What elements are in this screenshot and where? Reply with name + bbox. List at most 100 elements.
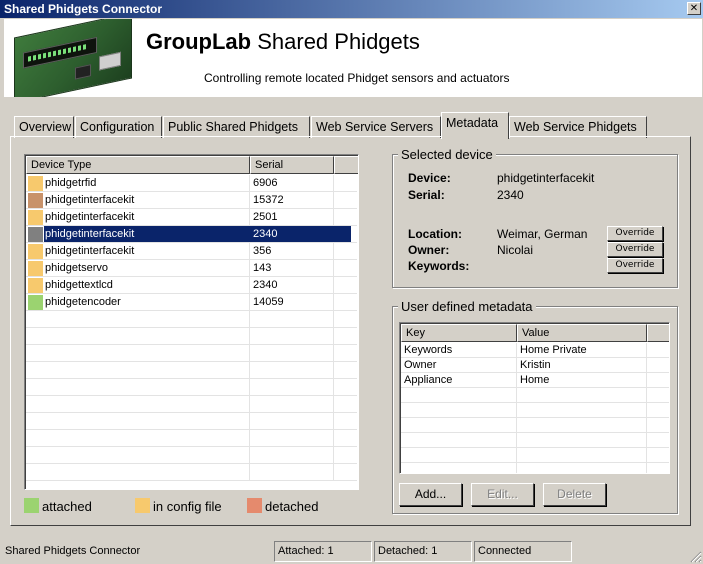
status-attached-count: Attached: 1 — [274, 541, 372, 562]
owner-override-button[interactable]: Override — [607, 242, 663, 257]
device-serial-cell: 356 — [253, 245, 272, 257]
device-type-cell: phidgetinterfacekit — [45, 211, 135, 223]
window-titlebar[interactable]: Shared Phidgets Connector ✕ — [0, 0, 703, 18]
device-row[interactable]: phidgetencoder 14059 — [26, 294, 357, 311]
device-row[interactable]: phidgetinterfacekit 356 — [26, 243, 357, 260]
empty-row — [26, 413, 357, 430]
column-header-value[interactable]: Value — [517, 324, 647, 342]
empty-row — [26, 379, 357, 396]
device-row[interactable]: phidgettextlcd 2340 — [26, 277, 357, 294]
legend-attached-swatch — [24, 498, 39, 513]
banner-title-brand: GroupLab — [146, 29, 252, 54]
device-serial-cell: 15372 — [253, 194, 284, 206]
device-value: phidgetinterfacekit — [497, 171, 595, 185]
close-button[interactable]: ✕ — [687, 2, 701, 15]
phidget-board-image — [14, 19, 132, 97]
tab-metadata-label: Metadata — [446, 116, 499, 130]
status-connection: Connected — [474, 541, 572, 562]
device-row[interactable]: phidgetservo 143 — [26, 260, 357, 277]
device-serial-cell: 2501 — [253, 211, 278, 223]
header-banner: GroupLab Shared Phidgets Controlling rem… — [4, 19, 702, 97]
device-type-cell: phidgetinterfacekit — [45, 228, 135, 240]
tab-configuration[interactable]: Configuration — [75, 116, 162, 138]
column-header-device-type[interactable]: Device Type — [26, 156, 250, 174]
device-type-cell: phidgettextlcd — [45, 279, 113, 291]
empty-row — [401, 388, 669, 403]
owner-label: Owner: — [408, 243, 450, 257]
keywords-override-button[interactable]: Override — [607, 258, 663, 273]
tab-web-service-servers[interactable]: Web Service Servers — [311, 116, 441, 138]
device-status-swatch — [28, 295, 43, 310]
device-status-swatch — [28, 261, 43, 276]
location-override-button[interactable]: Override — [607, 226, 663, 241]
legend-detached-swatch — [247, 498, 262, 513]
edit-button[interactable]: Edit... — [471, 483, 534, 506]
device-serial-cell: 2340 — [253, 279, 278, 291]
empty-row — [26, 396, 357, 413]
tab-metadata[interactable]: Metadata — [441, 112, 509, 139]
metadata-value-cell: Home Private — [520, 344, 587, 356]
user-metadata-group-title: User defined metadata — [398, 299, 536, 314]
keywords-label: Keywords: — [408, 259, 470, 273]
device-status-swatch — [28, 227, 43, 242]
status-detached-count: Detached: 1 — [374, 541, 472, 562]
empty-row — [26, 362, 357, 379]
delete-button[interactable]: Delete — [543, 483, 606, 506]
tab-public-shared-phidgets[interactable]: Public Shared Phidgets — [163, 116, 310, 138]
empty-row — [26, 464, 357, 481]
metadata-value-cell: Home — [520, 374, 550, 386]
location-value: Weimar, German — [497, 227, 588, 241]
column-header-key[interactable]: Key — [401, 324, 517, 342]
serial-value: 2340 — [497, 188, 524, 202]
empty-row — [401, 463, 669, 473]
tab-overview[interactable]: Overview — [14, 116, 74, 138]
banner-title-product: Shared Phidgets — [251, 29, 420, 54]
empty-row — [401, 403, 669, 418]
tab-overview-label: Overview — [19, 120, 72, 134]
tab-configuration-label: Configuration — [80, 120, 155, 134]
device-status-swatch — [28, 278, 43, 293]
column-header-filler — [334, 156, 358, 174]
device-type-cell: phidgetinterfacekit — [45, 194, 135, 206]
board-lcd-graphic — [23, 36, 97, 69]
device-list[interactable]: Device Type Serial phidgetrfid 6906 phidge… — [24, 154, 359, 490]
device-row[interactable]: phidgetrfid 6906 — [26, 175, 357, 192]
selected-device-group-title: Selected device — [398, 147, 496, 162]
metadata-row[interactable]: Owner Kristin — [401, 358, 669, 373]
device-serial-cell: 14059 — [253, 296, 284, 308]
status-text: Shared Phidgets Connector — [5, 545, 141, 557]
device-status-swatch — [28, 193, 43, 208]
empty-row — [401, 433, 669, 448]
empty-row — [26, 447, 357, 464]
banner-subtitle: Controlling remote located Phidget senso… — [204, 71, 510, 85]
column-header-serial[interactable]: Serial — [250, 156, 334, 174]
legend-detached-label: detached — [265, 499, 319, 514]
metadata-key-cell: Keywords — [404, 344, 453, 356]
add-button[interactable]: Add... — [399, 483, 462, 506]
column-header-filler — [647, 324, 669, 342]
device-type-cell: phidgetservo — [45, 262, 108, 274]
metadata-row[interactable]: Appliance Home — [401, 373, 669, 388]
location-label: Location: — [408, 227, 462, 241]
device-row[interactable]: phidgetinterfacekit 2501 — [26, 209, 357, 226]
empty-row — [26, 311, 357, 328]
metadata-key-cell: Owner — [404, 359, 437, 371]
device-serial-cell: 143 — [253, 262, 272, 274]
column-header-key-label: Key — [406, 327, 425, 339]
device-row[interactable]: phidgetinterfacekit 2340 — [26, 226, 357, 243]
device-status-swatch — [28, 176, 43, 191]
column-header-device-type-label: Device Type — [31, 159, 92, 171]
resize-grip-icon[interactable] — [689, 550, 702, 563]
device-type-cell: phidgetencoder — [45, 296, 121, 308]
empty-row — [26, 430, 357, 447]
column-header-value-label: Value — [522, 327, 550, 339]
banner-title: GroupLab Shared Phidgets — [146, 29, 420, 55]
tab-web-service-phidgets[interactable]: Web Service Phidgets — [509, 116, 647, 138]
tab-web-service-phidgets-label: Web Service Phidgets — [514, 120, 637, 134]
board-chip-graphic — [75, 64, 91, 80]
column-header-serial-label: Serial — [255, 159, 284, 171]
metadata-table[interactable]: Key Value Keywords Home Private Owner Krist… — [399, 322, 670, 474]
empty-row — [26, 345, 357, 362]
device-row[interactable]: phidgetinterfacekit 15372 — [26, 192, 357, 209]
metadata-row[interactable]: Keywords Home Private — [401, 343, 669, 358]
